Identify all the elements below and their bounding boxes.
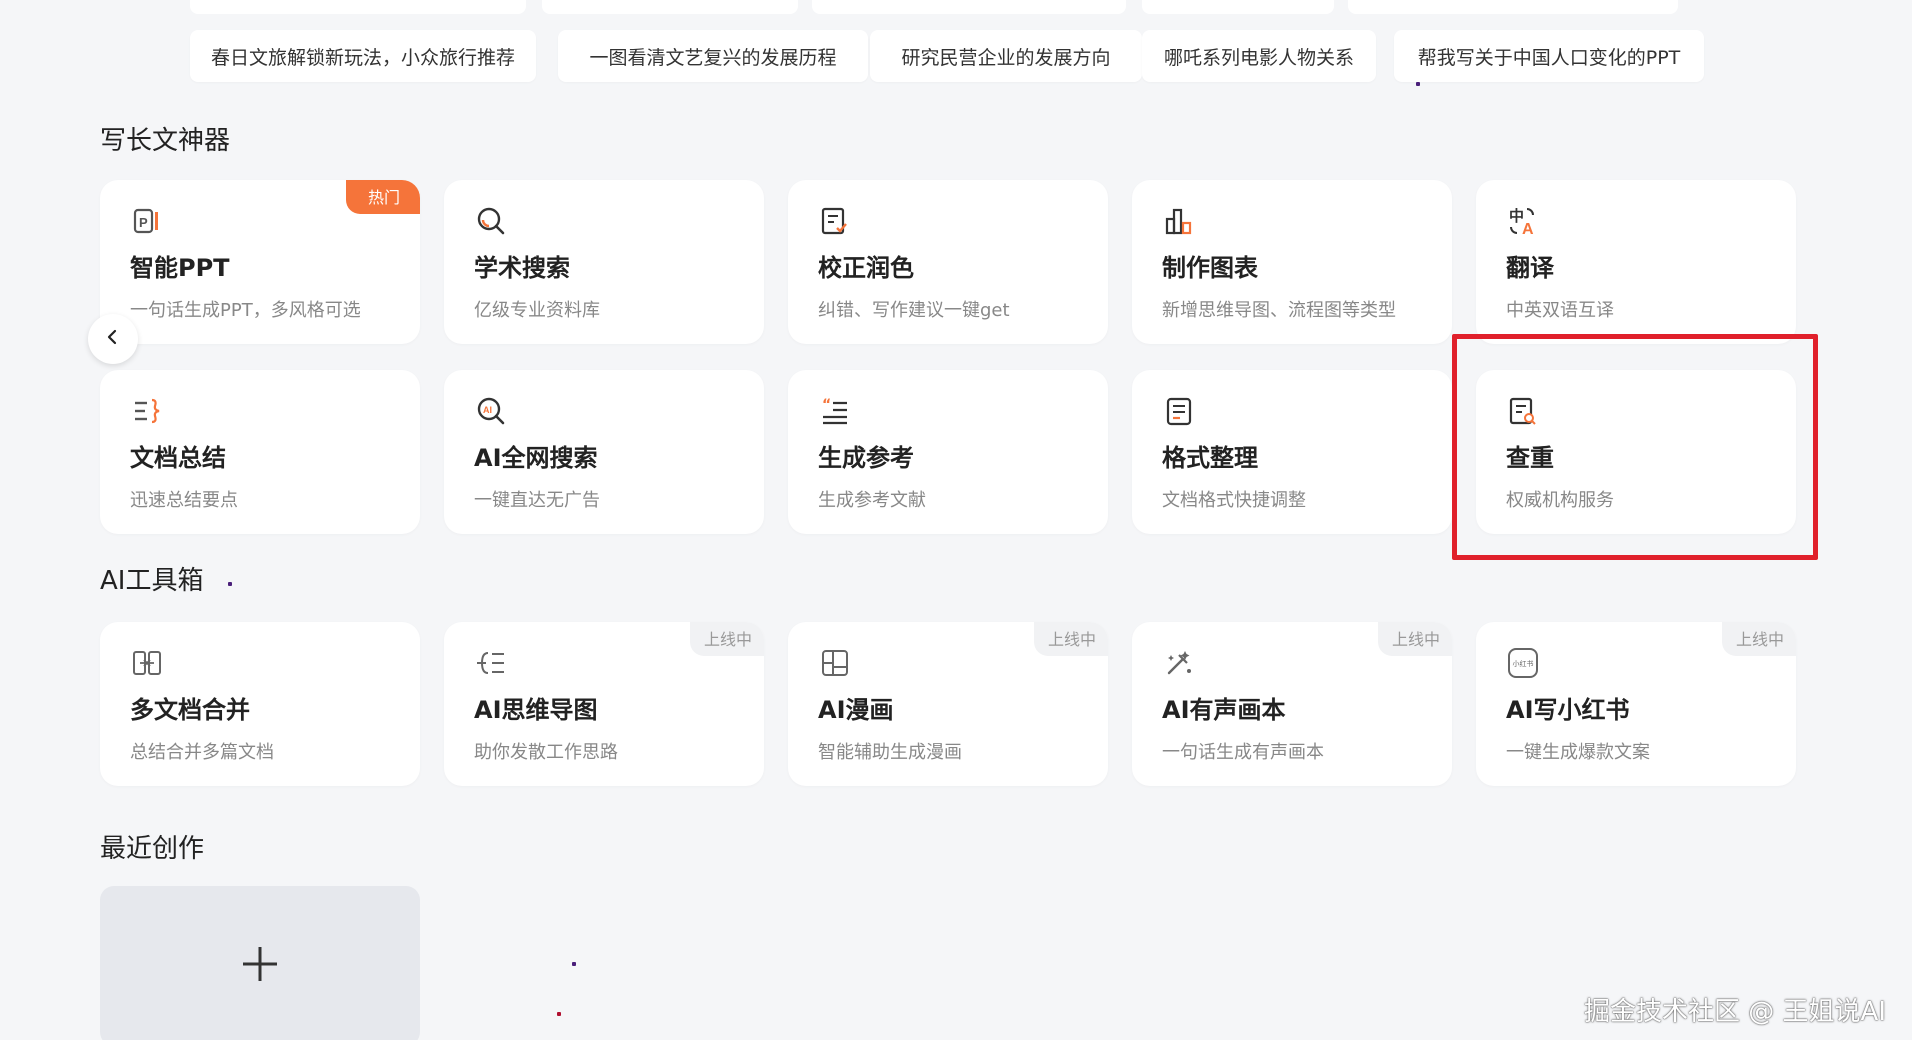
decorative-dot <box>572 962 576 966</box>
card-desc: 中英双语互译 <box>1506 300 1614 321</box>
suggestion-chip[interactable]: 研究民营企业的发展方向 <box>870 30 1142 82</box>
card-make-chart[interactable]: 制作图表 新增思维导图、流程图等类型 <box>1132 180 1452 344</box>
coming-soon-badge: 上线中 <box>689 622 764 656</box>
chevron-left-icon <box>104 328 122 350</box>
new-creation-button[interactable] <box>100 886 420 1040</box>
suggestion-chip[interactable]: 一图看清文艺复兴的发展历程 <box>558 30 868 82</box>
card-title: AI写小红书 <box>1506 696 1630 724</box>
audio-book-icon <box>1162 646 1196 680</box>
hot-badge: 热门 <box>345 180 420 214</box>
card-multi-doc-merge[interactable]: 多文档合并 总结合并多篇文档 <box>100 622 420 786</box>
card-translate[interactable]: 中A 翻译 中英双语互译 <box>1476 180 1796 344</box>
section-title-recent: 最近创作 <box>100 834 205 864</box>
comic-icon <box>818 646 852 680</box>
card-title: 智能PPT <box>130 254 230 282</box>
quote-list-icon: “ <box>818 394 852 428</box>
svg-text:A: A <box>1522 221 1534 237</box>
suggestion-chip[interactable]: 春日文旅解锁新玩法，小众旅行推荐 <box>190 30 536 82</box>
chip-clipped[interactable] <box>812 0 1126 14</box>
card-desc: 生成参考文献 <box>818 490 926 511</box>
chip-clipped[interactable] <box>1348 0 1678 14</box>
card-proofread[interactable]: 校正润色 纠错、写作建议一键get <box>788 180 1108 344</box>
coming-soon-badge: 上线中 <box>1033 622 1108 656</box>
card-ai-web-search[interactable]: AI AI全网搜索 一键直达无广告 <box>444 370 764 534</box>
chip-clipped[interactable] <box>542 0 798 14</box>
card-ai-xiaohongshu[interactable]: 上线中 小红书 AI写小红书 一键生成爆款文案 <box>1476 622 1796 786</box>
carousel-prev-button[interactable] <box>88 314 138 364</box>
card-smart-ppt[interactable]: 热门 P 智能PPT 一句话生成PPT，多风格可选 <box>100 180 420 344</box>
card-title: AI思维导图 <box>474 696 598 724</box>
merge-icon <box>130 646 164 680</box>
plus-icon <box>240 944 280 988</box>
xiaohongshu-icon: 小红书 <box>1506 646 1540 680</box>
svg-text:AI: AI <box>483 405 492 415</box>
section-title-writing: 写长文神器 <box>100 126 231 156</box>
card-title: 格式整理 <box>1162 444 1258 472</box>
chart-icon <box>1162 204 1196 238</box>
highlight-annotation <box>1452 334 1818 560</box>
card-desc: 一键直达无广告 <box>474 490 600 511</box>
search-icon <box>474 204 508 238</box>
card-desc: 一句话生成PPT，多风格可选 <box>130 300 361 321</box>
card-desc: 迅速总结要点 <box>130 490 238 511</box>
summary-icon <box>130 394 164 428</box>
suggestion-chip[interactable]: 帮我写关于中国人口变化的PPT <box>1394 30 1704 82</box>
card-desc: 文档格式快捷调整 <box>1162 490 1306 511</box>
card-doc-summary[interactable]: 文档总结 迅速总结要点 <box>100 370 420 534</box>
mindmap-icon <box>474 646 508 680</box>
card-desc: 助你发散工作思路 <box>474 742 618 763</box>
card-title: 制作图表 <box>1162 254 1258 282</box>
decorative-dot <box>228 582 232 586</box>
card-desc: 亿级专业资料库 <box>474 300 600 321</box>
card-ai-audio-book[interactable]: 上线中 AI有声画本 一句话生成有声画本 <box>1132 622 1452 786</box>
decorative-dot <box>1416 82 1420 86</box>
card-gen-reference[interactable]: “ 生成参考 生成参考文献 <box>788 370 1108 534</box>
card-title: 翻译 <box>1506 254 1554 282</box>
watermark: 掘金技术社区 @ 王姐说AI <box>1584 997 1886 1027</box>
card-title: AI全网搜索 <box>474 444 598 472</box>
card-academic-search[interactable]: 学术搜索 亿级专业资料库 <box>444 180 764 344</box>
chip-clipped[interactable] <box>190 0 526 14</box>
card-title: 生成参考 <box>818 444 914 472</box>
format-doc-icon <box>1162 394 1196 428</box>
card-title: 校正润色 <box>818 254 914 282</box>
card-ai-comic[interactable]: 上线中 AI漫画 智能辅助生成漫画 <box>788 622 1108 786</box>
card-title: 多文档合并 <box>130 696 250 724</box>
coming-soon-badge: 上线中 <box>1377 622 1452 656</box>
card-format[interactable]: 格式整理 文档格式快捷调整 <box>1132 370 1452 534</box>
section-title-toolbox: AI工具箱 <box>100 566 204 596</box>
card-desc: 智能辅助生成漫画 <box>818 742 962 763</box>
card-title: 学术搜索 <box>474 254 570 282</box>
svg-text:P: P <box>139 215 148 230</box>
svg-text:小红书: 小红书 <box>1513 659 1534 668</box>
ppt-icon: P <box>130 204 164 238</box>
edit-check-icon <box>818 204 852 238</box>
chip-clipped[interactable] <box>1142 0 1334 14</box>
page: 春日文旅解锁新玩法，小众旅行推荐 一图看清文艺复兴的发展历程 研究民营企业的发展… <box>0 0 1912 1040</box>
card-title: 文档总结 <box>130 444 226 472</box>
card-desc: 总结合并多篇文档 <box>130 742 274 763</box>
suggestion-chip[interactable]: 哪吒系列电影人物关系 <box>1142 30 1376 82</box>
ai-search-icon: AI <box>474 394 508 428</box>
card-ai-mindmap[interactable]: 上线中 AI思维导图 助你发散工作思路 <box>444 622 764 786</box>
decorative-dot <box>557 1012 561 1016</box>
card-desc: 一句话生成有声画本 <box>1162 742 1324 763</box>
card-desc: 新增思维导图、流程图等类型 <box>1162 300 1396 321</box>
card-title: AI有声画本 <box>1162 696 1286 724</box>
svg-text:“: “ <box>822 397 831 413</box>
card-title: AI漫画 <box>818 696 894 724</box>
card-desc: 纠错、写作建议一键get <box>818 300 1010 321</box>
coming-soon-badge: 上线中 <box>1721 622 1796 656</box>
card-desc: 一键生成爆款文案 <box>1506 742 1650 763</box>
translate-icon: 中A <box>1506 204 1540 238</box>
